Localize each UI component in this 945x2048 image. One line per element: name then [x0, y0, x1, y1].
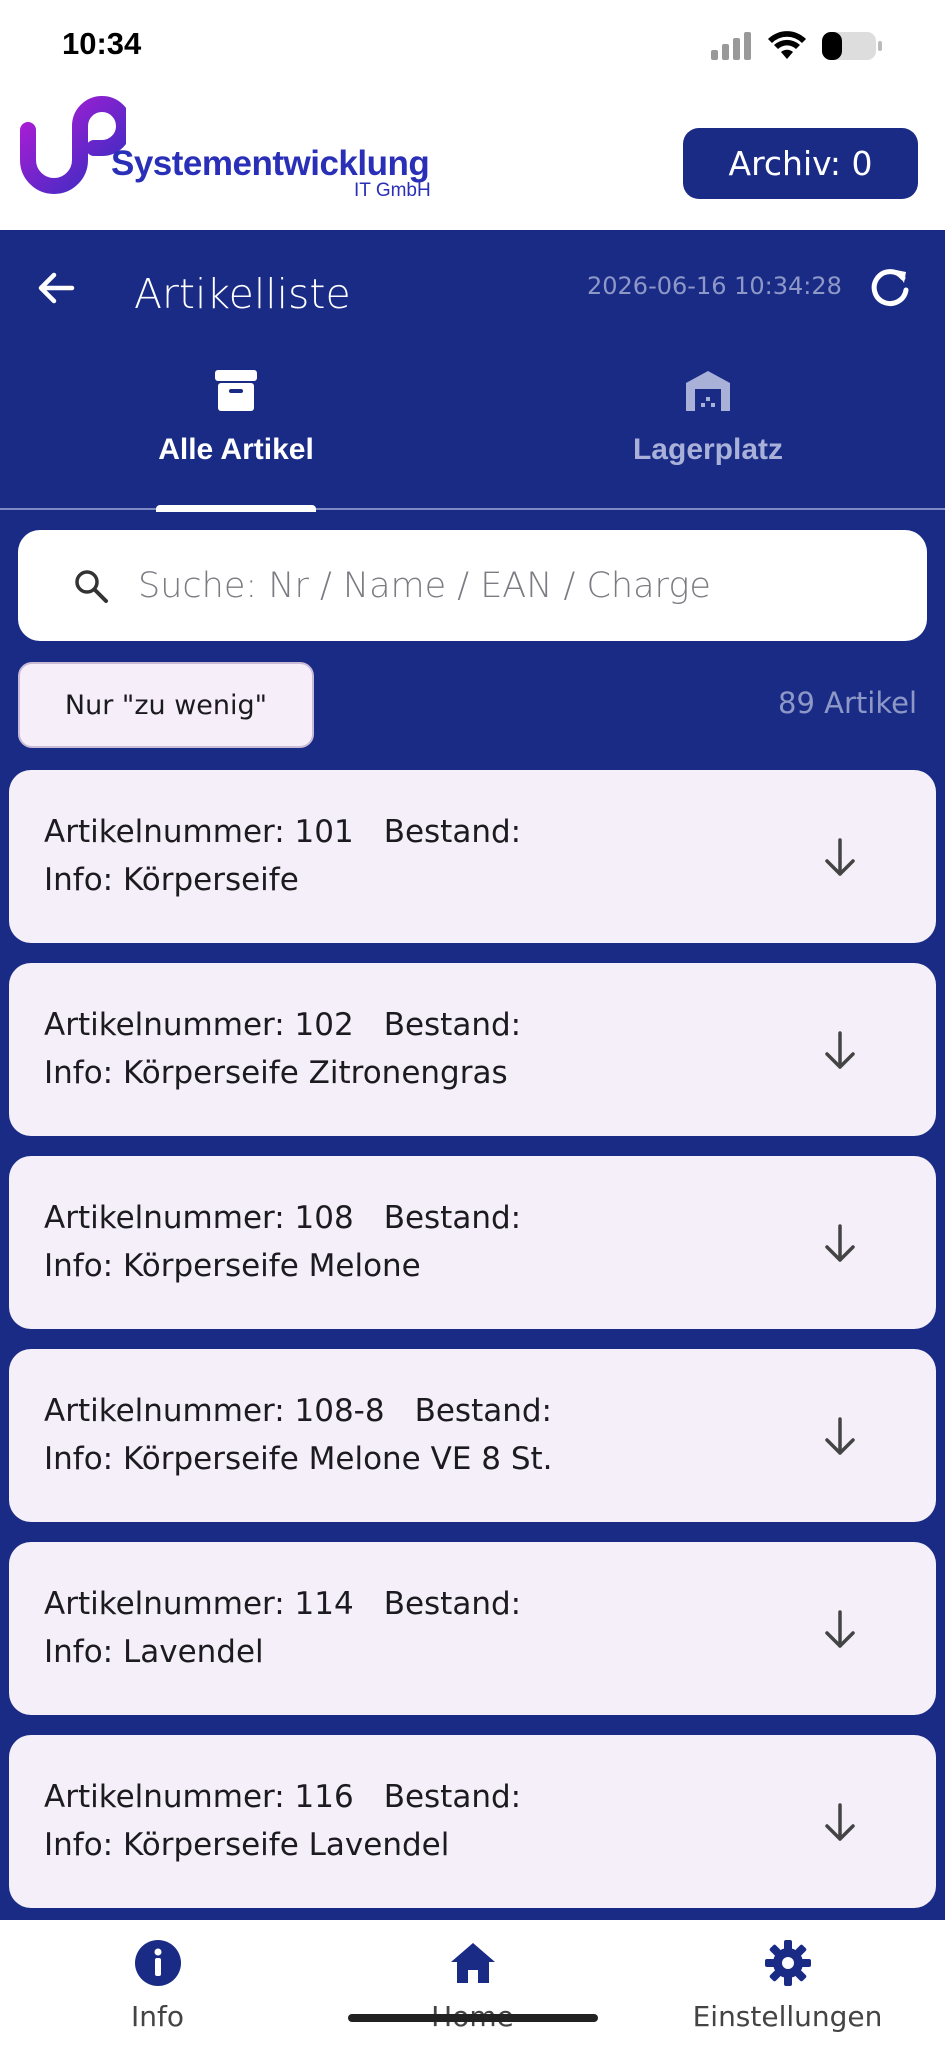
company-logo: Systementwicklung IT GmbH	[16, 90, 456, 210]
article-bestand: Bestand:	[383, 1200, 522, 1236]
signal-icon	[711, 32, 751, 60]
archiv-button[interactable]: Archiv: 0	[683, 128, 918, 199]
arrow-down-icon[interactable]	[817, 1799, 863, 1845]
article-bestand: Bestand:	[383, 814, 522, 850]
list-item[interactable]: Artikelnummer: 108 Bestand: Info: Körpers…	[9, 1156, 936, 1329]
article-number: Artikelnummer: 108	[44, 1200, 354, 1236]
article-count: 89 Artikel	[778, 686, 917, 720]
back-arrow-icon[interactable]	[32, 264, 80, 312]
list-item[interactable]: Artikelnummer: 102 Bestand: Info: Körpers…	[9, 963, 936, 1136]
last-updated-timestamp: 2026-06-16 10:34:28	[587, 272, 842, 300]
gear-icon	[764, 1940, 811, 1986]
home-indicator	[348, 2014, 598, 2022]
list-item[interactable]: Artikelnummer: 116 Bestand: Info: Körpers…	[9, 1735, 936, 1908]
article-number: Artikelnummer: 108-8	[44, 1393, 385, 1429]
article-info: Info: Lavendel	[44, 1634, 264, 1670]
article-info: Info: Körperseife	[44, 862, 299, 898]
filter-zu-wenig-button[interactable]: Nur "zu wenig"	[18, 662, 314, 748]
nav-label: Info	[131, 2000, 184, 2033]
search-icon	[75, 570, 108, 603]
article-number: Artikelnummer: 114	[44, 1586, 354, 1622]
arrow-down-icon[interactable]	[817, 1027, 863, 1073]
article-number: Artikelnummer: 101	[44, 814, 354, 850]
article-bestand: Bestand:	[414, 1393, 553, 1429]
tab-lagerplatz[interactable]: Lagerplatz	[472, 360, 944, 510]
article-bestand: Bestand:	[383, 1007, 522, 1043]
article-info: Info: Körperseife Melone VE 8 St.	[44, 1441, 553, 1477]
nav-info[interactable]: Info	[0, 1920, 315, 2048]
arrow-down-icon[interactable]	[817, 1413, 863, 1459]
list-item[interactable]: Artikelnummer: 108-8 Bestand: Info: Körpe…	[9, 1349, 936, 1522]
page-title: Artikelliste	[134, 270, 351, 318]
logo-subtitle: IT GmbH	[354, 180, 431, 201]
article-bestand: Bestand:	[383, 1779, 522, 1815]
tab-label: Alle Artikel	[158, 433, 314, 466]
battery-icon	[822, 32, 882, 60]
article-info: Info: Körperseife Zitronengras	[44, 1055, 508, 1091]
archive-box-icon	[215, 370, 257, 411]
toolbar: Artikelliste 2026-06-16 10:34:28	[0, 230, 945, 360]
home-icon	[450, 1943, 495, 1983]
status-bar: 10:34	[0, 0, 945, 90]
status-icons	[711, 28, 883, 64]
bottom-navigation: Info Home Einstellungen	[0, 1920, 945, 2048]
article-info: Info: Körperseife Melone	[44, 1248, 421, 1284]
article-list: Artikelnummer: 101 Bestand: Info: Körpers…	[9, 770, 936, 1928]
tab-bar: Alle Artikel Lagerplatz	[0, 360, 945, 512]
app-header: Systementwicklung IT GmbH Archiv: 0	[0, 90, 945, 230]
tab-alle-artikel[interactable]: Alle Artikel	[0, 360, 472, 512]
nav-label: Einstellungen	[692, 2000, 883, 2033]
logo-mark-icon	[20, 96, 126, 194]
main-content: Artikelliste 2026-06-16 10:34:28 Alle Ar…	[0, 230, 945, 1920]
refresh-icon[interactable]	[866, 264, 914, 312]
article-bestand: Bestand:	[383, 1586, 522, 1622]
nav-home[interactable]: Home	[315, 1920, 630, 2048]
list-item[interactable]: Artikelnummer: 101 Bestand: Info: Körpers…	[9, 770, 936, 943]
wifi-icon	[768, 31, 806, 59]
arrow-down-icon[interactable]	[817, 1220, 863, 1266]
logo-text: Systementwicklung	[111, 144, 430, 183]
article-number: Artikelnummer: 116	[44, 1779, 354, 1815]
search-box	[18, 530, 927, 641]
warehouse-icon	[686, 371, 730, 411]
list-item[interactable]: Artikelnummer: 114 Bestand: Info: Lavende…	[9, 1542, 936, 1715]
arrow-down-icon[interactable]	[817, 1606, 863, 1652]
info-icon	[134, 1940, 181, 1986]
active-tab-indicator	[156, 505, 316, 512]
article-info: Info: Körperseife Lavendel	[44, 1827, 450, 1863]
nav-einstellungen[interactable]: Einstellungen	[630, 1920, 945, 2048]
article-number: Artikelnummer: 102	[44, 1007, 354, 1043]
tab-label: Lagerplatz	[632, 433, 784, 466]
status-time: 10:34	[62, 26, 142, 61]
arrow-down-icon[interactable]	[817, 834, 863, 880]
search-input[interactable]	[138, 558, 898, 614]
